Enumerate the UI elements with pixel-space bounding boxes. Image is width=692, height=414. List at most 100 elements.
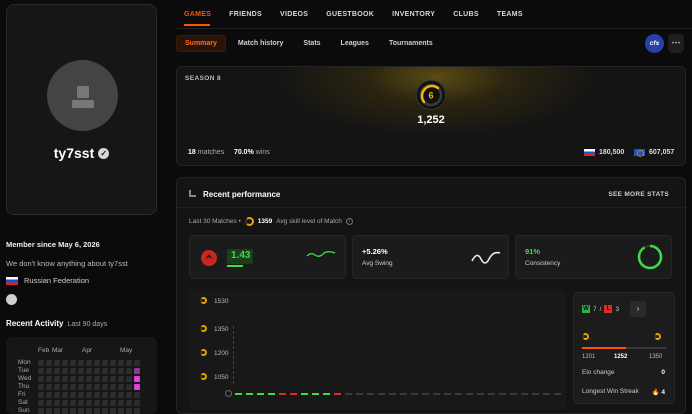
activity-cell[interactable]	[38, 376, 44, 382]
tab-inventory[interactable]: INVENTORY	[392, 11, 435, 18]
activity-cell[interactable]	[126, 408, 132, 414]
tab-games[interactable]: GAMES	[184, 11, 211, 18]
activity-cell[interactable]	[102, 400, 108, 406]
match-result-mark[interactable]	[466, 393, 473, 395]
match-result-mark[interactable]	[323, 393, 330, 395]
activity-cell[interactable]	[102, 384, 108, 390]
activity-cell[interactable]	[78, 376, 84, 382]
subtab-match-history[interactable]: Match history	[230, 36, 292, 51]
match-result-mark[interactable]	[422, 393, 429, 395]
match-result-mark[interactable]	[246, 393, 253, 395]
match-result-mark[interactable]	[455, 393, 462, 395]
match-result-mark[interactable]	[279, 393, 286, 395]
match-result-mark[interactable]	[521, 393, 528, 395]
activity-cell[interactable]	[86, 376, 92, 382]
activity-cell[interactable]	[110, 392, 116, 398]
activity-cell[interactable]	[86, 360, 92, 366]
activity-cell[interactable]	[46, 392, 52, 398]
match-result-mark[interactable]	[257, 393, 264, 395]
activity-cell[interactable]	[70, 408, 76, 414]
activity-cell[interactable]	[86, 384, 92, 390]
activity-cell[interactable]	[46, 384, 52, 390]
activity-cell[interactable]	[54, 408, 60, 414]
match-result-mark[interactable]	[268, 393, 275, 395]
match-result-mark[interactable]	[334, 393, 341, 395]
activity-cell[interactable]	[94, 408, 100, 414]
tab-clubs[interactable]: CLUBS	[453, 11, 479, 18]
match-result-mark[interactable]	[389, 393, 396, 395]
subtab-stats[interactable]: Stats	[295, 36, 328, 51]
activity-cell[interactable]	[62, 360, 68, 366]
activity-cell[interactable]	[62, 392, 68, 398]
activity-cell[interactable]	[134, 400, 140, 406]
activity-cell[interactable]	[134, 368, 140, 374]
activity-cell[interactable]	[118, 392, 124, 398]
activity-cell[interactable]	[126, 376, 132, 382]
activity-cell[interactable]	[86, 368, 92, 374]
activity-cell[interactable]	[118, 408, 124, 414]
activity-cell[interactable]	[78, 360, 84, 366]
match-result-mark[interactable]	[411, 393, 418, 395]
activity-cell[interactable]	[78, 384, 84, 390]
activity-cell[interactable]	[126, 360, 132, 366]
activity-cell[interactable]	[118, 376, 124, 382]
activity-cell[interactable]	[70, 360, 76, 366]
activity-cell[interactable]	[70, 376, 76, 382]
match-result-mark[interactable]	[499, 393, 506, 395]
activity-cell[interactable]	[54, 368, 60, 374]
activity-cell[interactable]	[134, 392, 140, 398]
match-result-mark[interactable]	[510, 393, 517, 395]
activity-cell[interactable]	[110, 384, 116, 390]
activity-cell[interactable]	[46, 408, 52, 414]
activity-cell[interactable]	[70, 400, 76, 406]
activity-cell[interactable]	[62, 408, 68, 414]
activity-cell[interactable]	[78, 408, 84, 414]
match-result-mark[interactable]	[554, 393, 561, 395]
activity-cell[interactable]	[54, 392, 60, 398]
activity-cell[interactable]	[102, 368, 108, 374]
match-result-mark[interactable]	[301, 393, 308, 395]
match-result-mark[interactable]	[400, 393, 407, 395]
activity-cell[interactable]	[126, 384, 132, 390]
activity-cell[interactable]	[62, 384, 68, 390]
activity-cell[interactable]	[86, 408, 92, 414]
activity-cell[interactable]	[102, 408, 108, 414]
activity-cell[interactable]	[110, 408, 116, 414]
activity-cell[interactable]	[102, 376, 108, 382]
match-result-mark[interactable]	[444, 393, 451, 395]
activity-cell[interactable]	[94, 384, 100, 390]
match-result-mark[interactable]	[433, 393, 440, 395]
activity-cell[interactable]	[86, 400, 92, 406]
tab-friends[interactable]: FRIENDS	[229, 11, 262, 18]
match-result-mark[interactable]	[378, 393, 385, 395]
activity-cell[interactable]	[126, 392, 132, 398]
match-result-mark[interactable]	[367, 393, 374, 395]
match-result-mark[interactable]	[543, 393, 550, 395]
activity-cell[interactable]	[110, 376, 116, 382]
steam-icon[interactable]	[6, 294, 17, 305]
match-result-mark[interactable]	[356, 393, 363, 395]
more-options-button[interactable]: ⋯	[668, 34, 684, 53]
activity-cell[interactable]	[38, 384, 44, 390]
activity-cell[interactable]	[38, 360, 44, 366]
subtab-tournaments[interactable]: Tournaments	[381, 36, 441, 51]
activity-cell[interactable]	[94, 392, 100, 398]
subtab-leagues[interactable]: Leagues	[333, 36, 377, 51]
activity-cell[interactable]	[110, 400, 116, 406]
match-result-mark[interactable]	[235, 393, 242, 395]
activity-cell[interactable]	[38, 368, 44, 374]
activity-cell[interactable]	[54, 376, 60, 382]
activity-cell[interactable]	[46, 376, 52, 382]
activity-cell[interactable]	[126, 400, 132, 406]
activity-cell[interactable]	[46, 368, 52, 374]
next-arrow-button[interactable]: ›	[630, 301, 646, 317]
activity-cell[interactable]	[46, 400, 52, 406]
tab-guestbook[interactable]: GUESTBOOK	[326, 11, 374, 18]
see-more-stats-link[interactable]: SEE MORE STATS	[608, 191, 669, 198]
activity-cell[interactable]	[134, 408, 140, 414]
match-result-mark[interactable]	[532, 393, 539, 395]
activity-cell[interactable]	[38, 392, 44, 398]
activity-cell[interactable]	[94, 368, 100, 374]
activity-cell[interactable]	[54, 400, 60, 406]
activity-cell[interactable]	[54, 384, 60, 390]
